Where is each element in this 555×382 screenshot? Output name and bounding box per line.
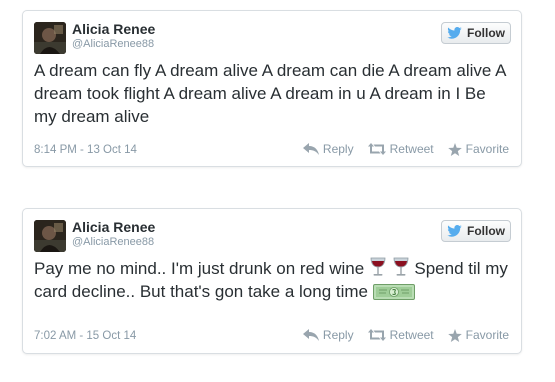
- tweet-text: Pay me no mind.. I'm just drunk on red w…: [34, 257, 509, 303]
- user-name[interactable]: Alicia Renee: [72, 219, 155, 235]
- follow-label: Follow: [467, 26, 505, 40]
- retweet-icon: [367, 329, 386, 341]
- favorite-label: Favorite: [465, 142, 509, 156]
- follow-button[interactable]: Follow: [441, 22, 511, 44]
- user-name[interactable]: Alicia Renee: [72, 21, 155, 37]
- reply-label: Reply: [322, 142, 354, 156]
- tweet-text-part1: Pay me no mind.. I'm just drunk on red w…: [34, 259, 365, 278]
- user-handle[interactable]: @AliciaRenee88: [72, 38, 154, 50]
- tweet-card: Alicia Renee @AliciaRenee88 Follow A dre…: [22, 10, 522, 167]
- reply-button[interactable]: Reply: [302, 328, 354, 342]
- favorite-label: Favorite: [465, 328, 509, 342]
- retweet-button[interactable]: Retweet: [367, 328, 434, 342]
- tweet-text: A dream can fly A dream alive A dream ca…: [34, 61, 506, 126]
- retweet-label: Retweet: [389, 142, 434, 156]
- wine-glass-icon: [393, 257, 409, 276]
- star-icon: [447, 142, 462, 156]
- retweet-icon: [367, 143, 386, 155]
- tweet-timestamp[interactable]: 7:02 AM - 15 Oct 14: [34, 330, 136, 342]
- retweet-button[interactable]: Retweet: [367, 142, 434, 156]
- follow-button[interactable]: Follow: [441, 220, 511, 242]
- favorite-button[interactable]: Favorite: [447, 142, 509, 156]
- retweet-label: Retweet: [389, 328, 434, 342]
- reply-icon: [302, 329, 319, 341]
- tweet-timestamp[interactable]: 8:14 PM - 13 Oct 14: [34, 144, 137, 156]
- twitter-bird-icon: [447, 225, 462, 237]
- user-handle[interactable]: @AliciaRenee88: [72, 236, 154, 248]
- reply-icon: [302, 143, 319, 155]
- tweet-actions: Reply Retweet Favorite: [302, 328, 509, 342]
- follow-label: Follow: [467, 224, 505, 238]
- twitter-bird-icon: [447, 27, 462, 39]
- wine-glass-icon: [370, 257, 386, 276]
- favorite-button[interactable]: Favorite: [447, 328, 509, 342]
- tweet-actions: Reply Retweet Favorite: [302, 142, 509, 156]
- star-icon: [447, 328, 462, 342]
- money-bill-icon: [372, 284, 415, 300]
- tweet-card: Alicia Renee @AliciaRenee88 Follow Pay m…: [22, 208, 522, 354]
- avatar[interactable]: [34, 220, 66, 252]
- reply-button[interactable]: Reply: [302, 142, 354, 156]
- reply-label: Reply: [322, 328, 354, 342]
- avatar[interactable]: [34, 22, 66, 54]
